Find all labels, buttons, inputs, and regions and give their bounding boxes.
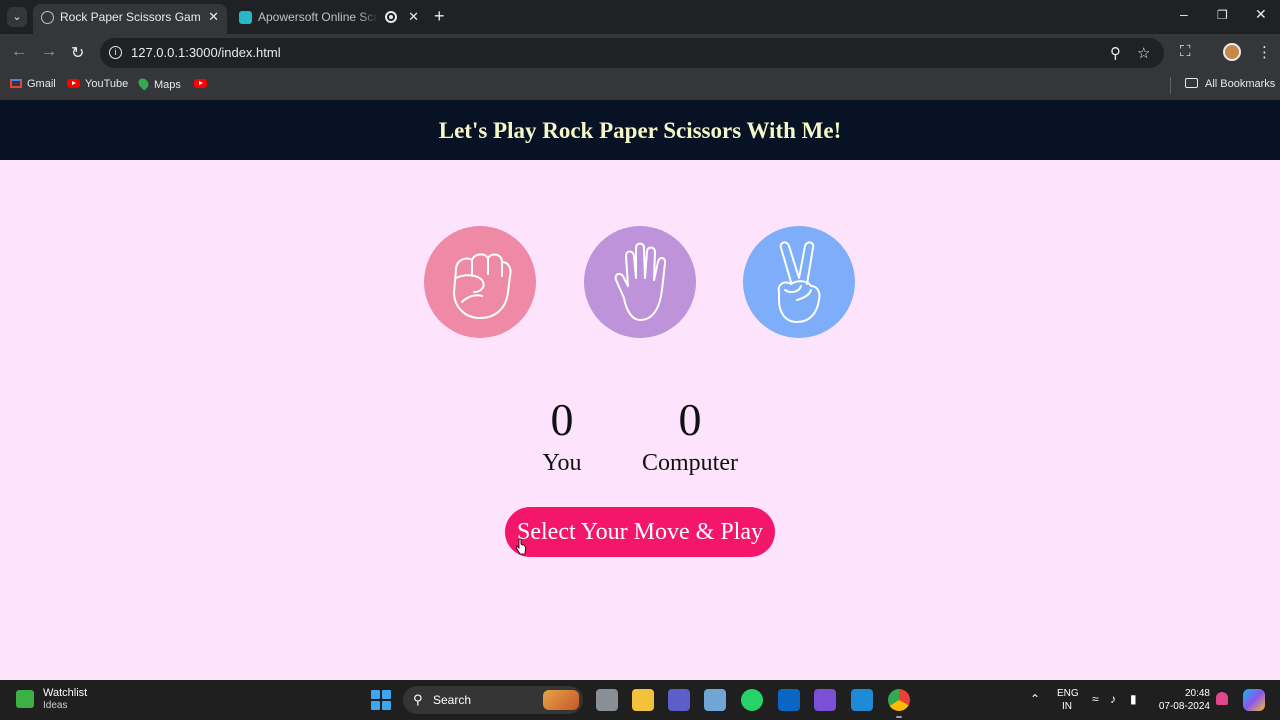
hand-cursor-icon	[516, 538, 526, 555]
game-page: Let's Play Rock Paper Scissors With Me! …	[0, 100, 1280, 680]
notification-bell-icon[interactable]	[1216, 692, 1228, 705]
site-info-icon[interactable]: i	[109, 46, 122, 59]
reload-icon[interactable]: ↻	[71, 43, 84, 63]
paper-choice[interactable]	[584, 226, 696, 338]
task-view-icon[interactable]	[596, 689, 618, 711]
back-icon[interactable]: ←	[11, 43, 27, 61]
rock-choice[interactable]	[424, 226, 536, 338]
clock-time: 20:48	[1184, 688, 1210, 699]
bookmark-youtube-2[interactable]	[194, 78, 212, 90]
battery-icon[interactable]: ▮	[1130, 692, 1137, 706]
video-editor-icon[interactable]	[814, 689, 836, 711]
maps-icon	[136, 76, 151, 91]
restore-icon[interactable]: ❐	[1217, 8, 1228, 22]
new-tab-icon[interactable]: +	[434, 6, 445, 27]
youtube-icon	[67, 79, 80, 88]
all-bookmarks-label: All Bookmarks	[1205, 78, 1276, 90]
language-region[interactable]: IN	[1062, 701, 1072, 712]
page-header: Let's Play Rock Paper Scissors With Me!	[0, 100, 1280, 160]
tab-search-chevron-icon[interactable]: ⌄	[7, 7, 27, 27]
address-bar[interactable]: i 127.0.0.1:3000/index.html ⚲ ☆	[100, 38, 1164, 68]
bookmark-maps[interactable]: Maps	[136, 76, 181, 91]
bookmark-youtube[interactable]: YouTube	[67, 78, 128, 90]
message-button[interactable]: Select Your Move & Play	[505, 507, 775, 557]
user-score-value: 0	[550, 394, 574, 445]
bookmarks-divider	[1170, 77, 1171, 94]
browser-toolbar: ← → ↻ i 127.0.0.1:3000/index.html ⚲ ☆ ⛶ …	[0, 34, 1280, 72]
user-score-label: You	[542, 450, 582, 476]
scissors-hand-icon	[777, 241, 821, 323]
apowersoft-icon	[239, 11, 252, 24]
bookmark-gmail[interactable]: Gmail	[10, 78, 56, 90]
tray-overflow-chevron-icon[interactable]: ⌃	[1030, 692, 1040, 706]
clock-date: 07-08-2024	[1158, 701, 1210, 712]
globe-icon	[41, 11, 54, 24]
tab-close-icon[interactable]: ✕	[408, 4, 419, 30]
file-explorer-icon[interactable]	[632, 689, 654, 711]
recording-icon	[385, 11, 397, 23]
photos-icon[interactable]	[704, 689, 726, 711]
bookmark-label: Gmail	[27, 78, 56, 90]
stock-widget-icon[interactable]	[16, 690, 34, 708]
computer-score-label: Computer	[642, 450, 738, 476]
tab-title: Rock Paper Scissors Game	[60, 10, 200, 24]
minimize-icon[interactable]: –	[1180, 6, 1188, 22]
bookmark-label: Maps	[154, 79, 181, 91]
bookmarks-bar: Gmail YouTube Maps All Bookmarks	[0, 72, 1280, 100]
search-highlight-icon	[543, 690, 579, 710]
tab-title: Apowersoft Online Screen R	[258, 10, 378, 24]
close-window-icon[interactable]: ✕	[1255, 6, 1267, 23]
volume-icon[interactable]: ♪	[1110, 692, 1116, 706]
chrome-icon[interactable]	[888, 689, 910, 711]
user-score: 0 You	[492, 392, 632, 478]
bookmark-label: YouTube	[85, 78, 129, 90]
forward-icon[interactable]: →	[41, 43, 57, 61]
taskbar-search[interactable]: ⚲ Search	[403, 686, 583, 714]
search-icon: ⚲	[413, 692, 423, 707]
profile-avatar[interactable]	[1223, 43, 1241, 61]
computer-score-value: 0	[678, 394, 702, 445]
teams-icon[interactable]	[668, 689, 690, 711]
page-title: Let's Play Rock Paper Scissors With Me!	[438, 118, 842, 143]
gmail-icon	[10, 79, 22, 88]
tab-apowersoft[interactable]: Apowersoft Online Screen R ✕	[231, 4, 427, 34]
os-taskbar: Watchlist Ideas ⚲ Search ⌃ ENG IN ≈ ♪ ▮ …	[0, 680, 1280, 720]
language-code[interactable]: ENG	[1057, 688, 1079, 699]
search-label: Search	[433, 693, 472, 707]
computer-score: 0 Computer	[620, 392, 760, 478]
widget-title[interactable]: Watchlist	[43, 687, 87, 699]
paper-hand-icon	[614, 242, 667, 321]
copilot-icon[interactable]	[1243, 689, 1265, 711]
clock[interactable]: 20:48 07-08-2024	[1159, 687, 1210, 713]
youtube-icon	[194, 79, 207, 88]
zoom-icon[interactable]: ⚲	[1110, 44, 1121, 62]
wifi-icon[interactable]: ≈	[1092, 692, 1099, 706]
widget-subtitle[interactable]: Ideas	[43, 700, 67, 711]
vscode-icon[interactable]	[851, 689, 873, 711]
rock-fist-icon	[453, 253, 512, 319]
scissors-choice[interactable]	[743, 226, 855, 338]
tab-rock-paper-scissors[interactable]: Rock Paper Scissors Game ✕	[33, 4, 227, 34]
start-windows-icon[interactable]	[371, 690, 391, 710]
all-bookmarks-button[interactable]: All Bookmarks	[1185, 78, 1275, 90]
active-app-indicator	[896, 716, 902, 718]
url-text[interactable]: 127.0.0.1:3000/index.html	[131, 45, 281, 60]
whatsapp-icon[interactable]	[741, 689, 763, 711]
folder-icon	[1185, 78, 1198, 88]
bookmark-star-icon[interactable]: ☆	[1137, 44, 1150, 62]
tab-close-icon[interactable]: ✕	[208, 4, 219, 30]
extensions-icon[interactable]: ⛶	[1180, 43, 1191, 60]
linkedin-icon[interactable]	[778, 689, 800, 711]
browser-tab-strip: ⌄ Rock Paper Scissors Game ✕ Apowersoft …	[0, 0, 1280, 34]
menu-kebab-icon[interactable]: ⋮	[1257, 43, 1272, 61]
